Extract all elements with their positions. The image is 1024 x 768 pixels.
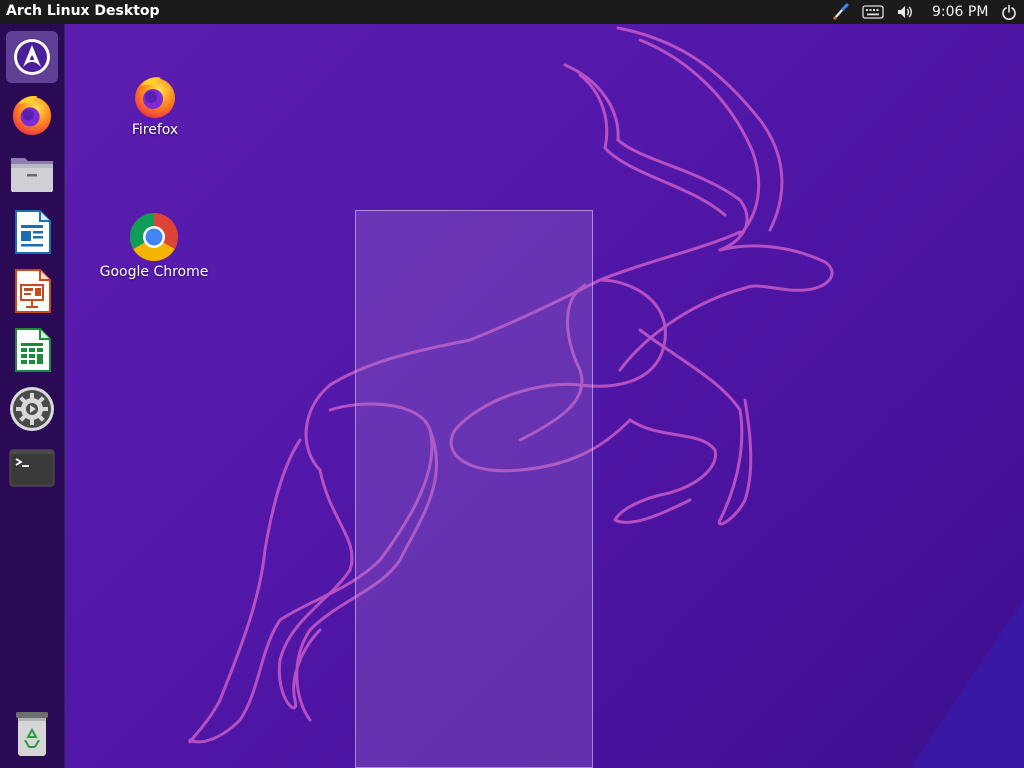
- calc-icon: [15, 328, 51, 372]
- desktop-icon-firefox[interactable]: Firefox: [126, 72, 184, 138]
- trash-icon: [16, 712, 48, 756]
- dock: [0, 24, 65, 768]
- folder-icon: [11, 158, 53, 192]
- terminal-icon: [9, 449, 55, 487]
- power-icon[interactable]: [1000, 3, 1018, 21]
- dock-item-libreoffice-impress[interactable]: [6, 265, 58, 317]
- paintbrush-icon[interactable]: [832, 3, 850, 21]
- desktop-icon-label: Firefox: [131, 122, 179, 138]
- desktop-icon-google-chrome[interactable]: Google Chrome: [98, 212, 210, 280]
- writer-icon: [15, 210, 51, 254]
- dock-item-files[interactable]: [6, 147, 58, 199]
- dock-item-arch-linux-menu[interactable]: [6, 31, 58, 83]
- top-panel: Arch Linux Desktop 9:06 PM: [0, 0, 1024, 24]
- desktop-icon-label: Google Chrome: [99, 264, 209, 280]
- dock-item-firefox[interactable]: [6, 88, 58, 140]
- dock-item-terminal[interactable]: [6, 442, 58, 494]
- keyboard-icon[interactable]: [862, 3, 884, 21]
- impress-icon: [15, 269, 51, 313]
- chrome-icon: [129, 213, 179, 262]
- firefox-icon: [12, 96, 52, 136]
- dock-item-libreoffice-calc[interactable]: [6, 324, 58, 376]
- volume-icon[interactable]: [896, 3, 914, 21]
- arch-logo-icon: [14, 39, 50, 75]
- dock-item-trash[interactable]: [6, 708, 58, 760]
- gear-icon: [10, 387, 54, 431]
- dock-item-settings[interactable]: [6, 383, 58, 435]
- clock[interactable]: 9:06 PM: [932, 4, 988, 20]
- activities-title[interactable]: Arch Linux Desktop: [6, 3, 160, 19]
- dock-item-libreoffice-writer[interactable]: [6, 206, 58, 258]
- rubber-band-selection: [355, 210, 593, 768]
- desktop-background[interactable]: Firefox Google Chrome: [0, 0, 1024, 768]
- firefox-icon: [135, 77, 175, 118]
